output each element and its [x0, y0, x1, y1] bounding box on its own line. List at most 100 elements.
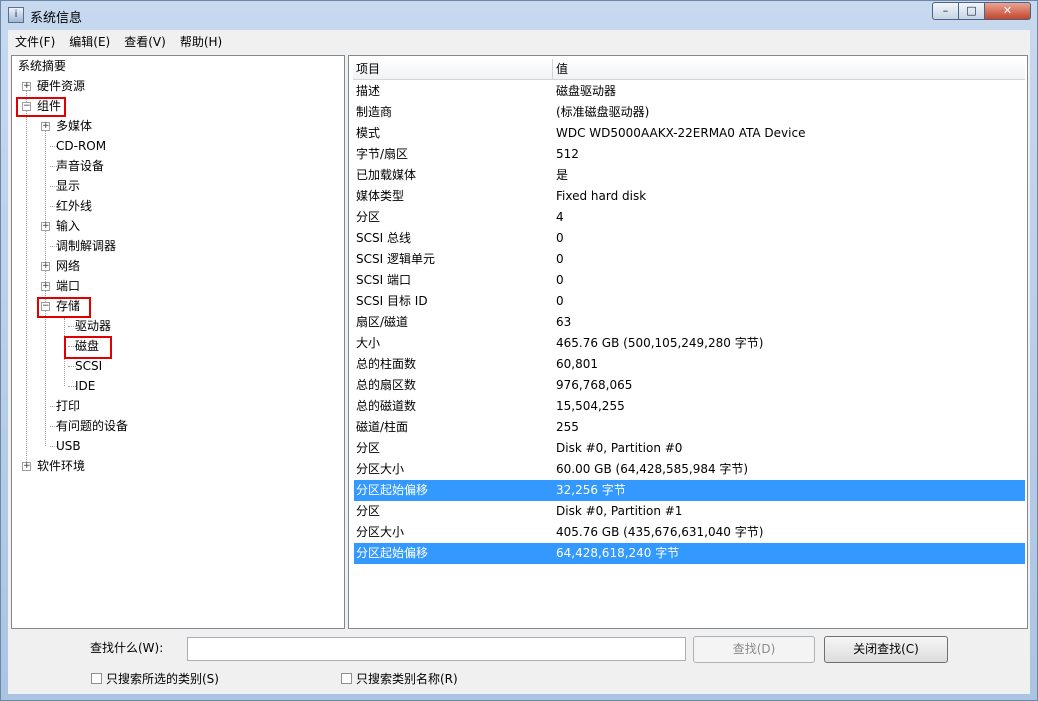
close-button[interactable]: ✕: [985, 2, 1031, 20]
find-label: 查找什么(W):: [90, 641, 164, 655]
find-input[interactable]: [187, 637, 686, 661]
search-names-checkbox[interactable]: 只搜索类别名称(R): [341, 670, 458, 687]
table-row[interactable]: 总的柱面数 60,801: [354, 354, 1025, 375]
table-row[interactable]: 分区 4: [354, 207, 1025, 228]
cell-item: 分区起始偏移: [356, 546, 429, 560]
minimize-button[interactable]: –: [932, 2, 959, 20]
close-find-button[interactable]: 关闭查找(C): [824, 636, 948, 663]
list-header: 项目 值: [353, 59, 1025, 80]
tree-item-hardware[interactable]: 硬件资源: [37, 77, 85, 95]
cell-value: 32,256 字节: [556, 483, 626, 497]
cell-value: Fixed hard disk: [556, 189, 647, 203]
expand-icon[interactable]: +: [41, 122, 50, 131]
tree-item-ports[interactable]: 端口: [56, 277, 80, 295]
tree-item-sound[interactable]: 声音设备: [56, 157, 104, 175]
expand-icon[interactable]: +: [41, 282, 50, 291]
cell-value: 255: [556, 420, 579, 434]
table-row[interactable]: 分区 Disk #0, Partition #1: [354, 501, 1025, 522]
tree-item-input[interactable]: 输入: [56, 217, 80, 235]
table-row[interactable]: 分区 Disk #0, Partition #0: [354, 438, 1025, 459]
table-row[interactable]: 模式 WDC WD5000AAKX-22ERMA0 ATA Device: [354, 123, 1025, 144]
table-row[interactable]: 磁道/柱面 255: [354, 417, 1025, 438]
tree-item-drives[interactable]: 驱动器: [75, 317, 111, 335]
table-row[interactable]: 分区大小 60.00 GB (64,428,585,984 字节): [354, 459, 1025, 480]
table-row[interactable]: 字节/扇区 512: [354, 144, 1025, 165]
cell-item: SCSI 目标 ID: [356, 294, 428, 308]
checkbox-icon[interactable]: [341, 673, 352, 684]
expand-icon[interactable]: +: [41, 262, 50, 271]
title-bar[interactable]: i 系统信息 – □ ✕: [1, 1, 1037, 30]
tree-item-modem[interactable]: 调制解调器: [56, 237, 116, 255]
cell-item: 扇区/磁道: [356, 315, 409, 329]
menu-file[interactable]: 文件(F): [8, 30, 62, 51]
tree-item-summary[interactable]: 系统摘要: [18, 57, 66, 75]
menu-view[interactable]: 查看(V): [117, 30, 173, 51]
cell-value: 64,428,618,240 字节: [556, 546, 680, 560]
cell-item: SCSI 逻辑单元: [356, 252, 435, 266]
tree-item-display[interactable]: 显示: [56, 177, 80, 195]
expand-icon[interactable]: +: [41, 222, 50, 231]
table-row[interactable]: 分区起始偏移 32,256 字节: [354, 480, 1025, 501]
highlight-box: [16, 97, 66, 117]
menu-bar: 文件(F) 编辑(E) 查看(V) 帮助(H): [8, 30, 1030, 51]
table-row[interactable]: SCSI 逻辑单元 0: [354, 249, 1025, 270]
cell-value: 0: [556, 252, 564, 266]
tree-item-scsi[interactable]: SCSI: [75, 357, 102, 375]
tree-line: [26, 86, 27, 466]
tree-item-software[interactable]: 软件环境: [37, 457, 85, 475]
cell-item: 分区起始偏移: [356, 483, 429, 497]
table-row[interactable]: SCSI 目标 ID 0: [354, 291, 1025, 312]
search-selected-checkbox[interactable]: 只搜索所选的类别(S): [91, 670, 219, 687]
tree-item-usb[interactable]: USB: [56, 437, 81, 455]
table-row[interactable]: 制造商 (标准磁盘驱动器): [354, 102, 1025, 123]
cell-value: WDC WD5000AAKX-22ERMA0 ATA Device: [556, 126, 806, 140]
table-row[interactable]: 已加载媒体 是: [354, 165, 1025, 186]
tree-item-infrared[interactable]: 红外线: [56, 197, 92, 215]
table-row[interactable]: 媒体类型 Fixed hard disk: [354, 186, 1025, 207]
details-list[interactable]: 项目 值 描述 磁盘驱动器制造商 (标准磁盘驱动器) 模式 WDC WD5000AAKX…: [348, 55, 1028, 629]
tree-item-problem-devices[interactable]: 有问题的设备: [56, 417, 128, 435]
table-row[interactable]: 扇区/磁道 63: [354, 312, 1025, 333]
cell-item: 分区: [356, 210, 381, 224]
cell-value: 磁盘驱动器: [556, 84, 617, 98]
checkbox-icon[interactable]: [91, 673, 102, 684]
tree-item-multimedia[interactable]: 多媒体: [56, 117, 92, 135]
cell-value: (标准磁盘驱动器): [556, 105, 650, 119]
tree-item-network[interactable]: 网络: [56, 257, 80, 275]
tree-item-ide[interactable]: IDE: [75, 377, 95, 395]
cell-value: 976,768,065: [556, 378, 633, 392]
category-tree[interactable]: 系统摘要 + 硬件资源 − 组件 + 多媒体 CD-ROM 声音设备 显示 红外…: [11, 55, 345, 629]
cell-item: 制造商: [356, 105, 393, 119]
column-header-value[interactable]: 值: [553, 59, 568, 79]
cell-value: 0: [556, 294, 564, 308]
cell-value: 0: [556, 273, 564, 287]
system-info-icon: i: [8, 7, 24, 23]
tree-item-cdrom[interactable]: CD-ROM: [56, 137, 106, 155]
cell-item: 描述: [356, 84, 381, 98]
menu-edit[interactable]: 编辑(E): [62, 30, 117, 51]
maximize-button[interactable]: □: [959, 2, 985, 20]
table-row[interactable]: 分区起始偏移 64,428,618,240 字节: [354, 543, 1025, 564]
expand-icon[interactable]: +: [22, 82, 31, 91]
menu-help[interactable]: 帮助(H): [173, 30, 229, 51]
table-row[interactable]: 分区大小 405.76 GB (435,676,631,040 字节): [354, 522, 1025, 543]
cell-item: 媒体类型: [356, 189, 405, 203]
cell-item: 分区: [356, 441, 381, 455]
expand-icon[interactable]: +: [22, 462, 31, 471]
cell-value: 512: [556, 147, 579, 161]
table-row[interactable]: SCSI 总线 0: [354, 228, 1025, 249]
tree-item-printing[interactable]: 打印: [56, 397, 80, 415]
table-row[interactable]: 大小 465.76 GB (500,105,249,280 字节): [354, 333, 1025, 354]
table-row[interactable]: 总的扇区数 976,768,065: [354, 375, 1025, 396]
cell-value: 4: [556, 210, 564, 224]
window-title: 系统信息: [30, 11, 83, 26]
highlight-box: [64, 336, 112, 359]
table-row[interactable]: SCSI 端口 0: [354, 270, 1025, 291]
table-row[interactable]: 总的磁道数 15,504,255: [354, 396, 1025, 417]
find-button[interactable]: 查找(D): [693, 636, 815, 663]
cell-item: 模式: [356, 126, 381, 140]
column-header-item[interactable]: 项目: [353, 59, 380, 79]
highlight-box: [37, 297, 91, 318]
table-row[interactable]: 描述 磁盘驱动器: [354, 81, 1025, 102]
checkbox-label: 只搜索所选的类别(S): [106, 672, 219, 686]
